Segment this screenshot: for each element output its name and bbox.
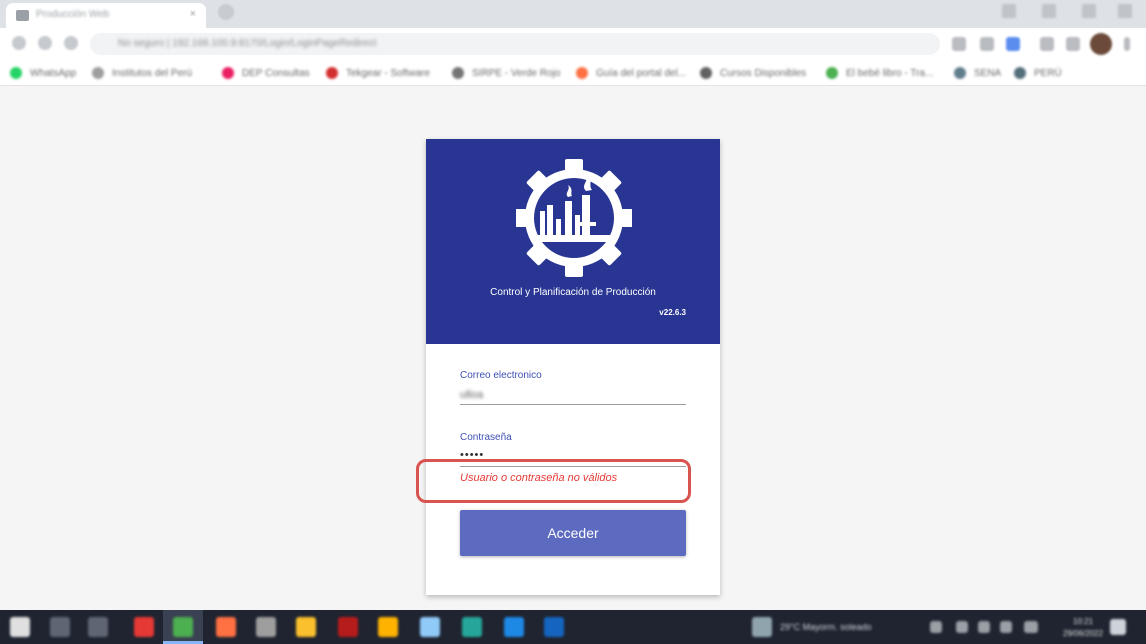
battery-icon[interactable]: [1000, 621, 1012, 633]
bookmark-favicon-icon: [576, 67, 588, 79]
bookmark-label: SENA: [974, 67, 1002, 79]
bookmarks-bar: WhatsApp Institutos del Perú DEP Consult…: [0, 60, 1146, 86]
app-red-icon[interactable]: [134, 617, 154, 637]
factory-gear-logo-icon: [516, 159, 632, 277]
weather-icon[interactable]: [752, 617, 772, 637]
extensions-icon[interactable]: [1040, 37, 1054, 51]
app-dark-red-icon[interactable]: [338, 617, 358, 637]
bookmark-label: El bebé libro - Tra...: [846, 67, 934, 79]
bookmark-item[interactable]: Guía del portal del...: [576, 65, 686, 81]
tab-favicon-icon: [16, 10, 29, 21]
tab-title: Producción Web: [36, 9, 110, 20]
bookmark-label: Institutos del Perú: [112, 67, 193, 79]
edge-icon[interactable]: [462, 617, 482, 637]
file-explorer-icon[interactable]: [296, 617, 316, 637]
bookmark-label: Cursos Disponibles: [720, 67, 807, 79]
bookmark-label: Guía del portal del...: [596, 67, 687, 79]
browser-chrome: Producción Web × No seguro | 192.168.100…: [0, 0, 1146, 86]
bookmark-favicon-icon: [452, 67, 464, 79]
email-field[interactable]: ulloa: [460, 389, 483, 401]
address-bar[interactable]: No seguro | 192.168.100.9:8170/Login/Log…: [90, 33, 940, 55]
bookmark-favicon-icon: [1014, 67, 1026, 79]
tray-chevron-icon[interactable]: [930, 621, 942, 633]
bookmark-label: PERÚ: [1034, 67, 1062, 79]
app-yellow-icon[interactable]: [378, 617, 398, 637]
bookmark-item[interactable]: Cursos Disponibles: [700, 65, 806, 81]
email-label: Correo electronico: [460, 370, 542, 381]
email-underline: [460, 404, 686, 405]
windows-start-icon[interactable]: [10, 617, 30, 637]
bookmark-item[interactable]: Tekgear - Software: [326, 65, 430, 81]
notifications-icon[interactable]: [1110, 619, 1126, 635]
taskbar-clock[interactable]: 10:21 29/06/2022: [1063, 616, 1103, 640]
task-view-icon[interactable]: [88, 617, 108, 637]
bookmark-label: WhatsApp: [30, 67, 77, 79]
bookmark-favicon-icon: [326, 67, 338, 79]
browser-tab[interactable]: Producción Web ×: [6, 3, 206, 28]
bookmark-item[interactable]: WhatsApp: [10, 65, 76, 81]
app-word-icon[interactable]: [544, 617, 564, 637]
tab-strip: Producción Web ×: [0, 0, 1146, 28]
bookmark-favicon-icon: [92, 67, 104, 79]
error-highlight-annotation: [416, 459, 691, 503]
window-chevron-icon[interactable]: [1002, 4, 1016, 18]
bookmark-item[interactable]: PERÚ: [1014, 65, 1062, 81]
app-title: Control y Planificación de Producción: [490, 287, 656, 298]
network-icon[interactable]: [956, 621, 968, 633]
cast-icon[interactable]: [952, 37, 966, 51]
bookmark-label: Tekgear - Software: [346, 67, 430, 79]
browser-toolbar: No seguro | 192.168.100.9:8170/Login/Log…: [0, 28, 1146, 60]
clock-time: 10:21: [1073, 617, 1094, 626]
bookmark-item[interactable]: El bebé libro - Tra...: [826, 65, 933, 81]
bookmark-favicon-icon: [700, 67, 712, 79]
bookmark-favicon-icon: [954, 67, 966, 79]
bookmark-item[interactable]: Institutos del Perú: [92, 65, 192, 81]
address-text: No seguro | 192.168.100.9:8170/Login/Log…: [118, 38, 377, 49]
back-icon[interactable]: [12, 36, 26, 50]
tab-close-icon[interactable]: ×: [190, 8, 196, 20]
weather-text[interactable]: 29°C Mayorm. soleado: [780, 622, 872, 632]
bookmark-label: SIRPE - Verde Rojo: [472, 67, 561, 79]
clock-date: 29/06/2022: [1063, 629, 1104, 638]
app-blue-icon[interactable]: [420, 617, 440, 637]
bookmark-item[interactable]: DEP Consultas: [222, 65, 310, 81]
forward-icon[interactable]: [38, 36, 52, 50]
bookmark-favicon-icon: [10, 67, 22, 79]
new-tab-icon[interactable]: [218, 4, 234, 20]
app-colorful-icon[interactable]: [216, 617, 236, 637]
bookmark-favicon-icon: [222, 67, 234, 79]
outlook-icon[interactable]: [504, 617, 524, 637]
volume-icon[interactable]: [978, 621, 990, 633]
bookmark-item[interactable]: SIRPE - Verde Rojo: [452, 65, 560, 81]
login-card: Control y Planificación de Producción v2…: [416, 139, 720, 595]
login-header: Control y Planificación de Producción v2…: [426, 139, 720, 344]
app-version: v22.6.3: [659, 308, 686, 317]
maximize-icon[interactable]: [1082, 4, 1096, 18]
close-window-icon[interactable]: [1118, 4, 1132, 18]
search-icon[interactable]: [50, 617, 70, 637]
minimize-icon[interactable]: [1042, 4, 1056, 18]
app-gray-icon[interactable]: [256, 617, 276, 637]
chrome-icon[interactable]: [173, 617, 193, 637]
language-icon[interactable]: [1024, 621, 1038, 633]
reload-icon[interactable]: [64, 36, 78, 50]
puzzle-icon[interactable]: [1066, 37, 1080, 51]
browser-menu-icon[interactable]: [1124, 37, 1130, 51]
bookmark-favicon-icon: [826, 67, 838, 79]
profile-avatar[interactable]: [1090, 33, 1112, 55]
bookmark-label: DEP Consultas: [242, 67, 310, 79]
password-label: Contraseña: [460, 432, 512, 443]
share-icon[interactable]: [980, 37, 994, 51]
extension-blue-icon[interactable]: [1006, 37, 1020, 51]
windows-taskbar: 29°C Mayorm. soleado 10:21 29/06/2022: [0, 610, 1146, 644]
login-button[interactable]: Acceder: [460, 510, 686, 556]
bookmark-item[interactable]: SENA: [954, 65, 1001, 81]
